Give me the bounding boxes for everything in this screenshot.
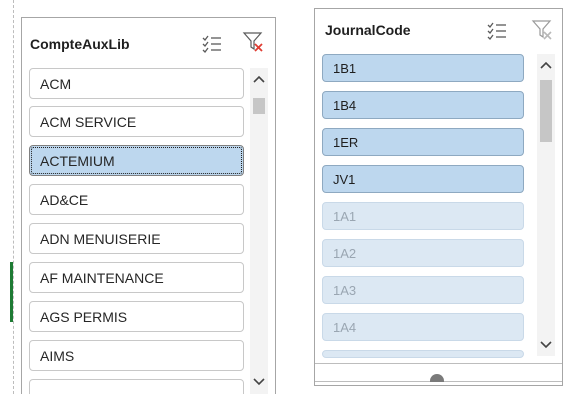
slicer-item-label: 1B1 (333, 60, 357, 76)
chevron-up-icon (253, 75, 265, 83)
slicer-item[interactable]: ACM (29, 68, 244, 99)
multi-select-icon (487, 22, 506, 40)
scroll-down-button[interactable] (537, 336, 555, 354)
slicer-item-nodata[interactable]: 1A4 (322, 313, 524, 341)
worksheet-column-edge (0, 0, 14, 394)
slicer-item[interactable]: ADN MENUISERIE (29, 223, 244, 254)
scrollbar-thumb[interactable] (540, 80, 552, 142)
slicer-item-nodata[interactable]: 1A1 (322, 202, 524, 230)
scrollbar-thumb[interactable] (253, 98, 265, 114)
slicer-item-label: JV1 (333, 171, 356, 187)
slicer-item-label: 1A2 (333, 245, 357, 261)
slicer-item-label: 1A3 (333, 282, 357, 298)
slicer-item-nodata[interactable]: 1A2 (322, 239, 524, 267)
resize-handle[interactable] (430, 374, 444, 382)
slicer-header: CompteAuxLib (22, 18, 275, 64)
slicer-item-label: AGS PERMIS (40, 308, 128, 325)
slicer-item-label: ADN MENUISERIE (40, 230, 161, 247)
slicer-footer-divider (315, 363, 562, 364)
slicer-item[interactable]: AIMS (29, 340, 244, 371)
chevron-down-icon (253, 378, 265, 386)
slicer-header: JournalCode (315, 9, 562, 55)
scroll-up-button[interactable] (250, 70, 268, 88)
slicer-title: JournalCode (325, 22, 411, 38)
slicer-item-label: 1A1 (333, 208, 357, 224)
slicer-compteauxlib[interactable]: CompteAuxLib ACM ACM SERVICE ACTEMIUM AD… (21, 17, 276, 394)
multi-select-button[interactable] (201, 33, 223, 55)
clear-filter-icon (531, 20, 552, 40)
chevron-up-icon (540, 61, 552, 69)
slicer-item-selected[interactable]: 1ER (322, 128, 524, 156)
slicer-item[interactable]: ACM SERVICE (29, 106, 244, 137)
multi-select-button[interactable] (486, 20, 508, 42)
chevron-down-icon (540, 341, 552, 349)
slicer-item-label: AF MAINTENANCE (40, 269, 164, 286)
slicer-item[interactable]: AF MAINTENANCE (29, 262, 244, 293)
slicer-item-label: ACM (40, 75, 72, 92)
slicer-item-label: ACM SERVICE (40, 113, 137, 130)
scroll-up-button[interactable] (537, 56, 555, 74)
slicer-item-selected[interactable]: JV1 (322, 165, 524, 193)
slicer-item-label: ACTEMIUM (40, 152, 115, 169)
slicer-item-selected[interactable]: ACTEMIUM (29, 145, 244, 176)
slicer-item-nodata[interactable] (322, 350, 524, 358)
slicer-item[interactable] (29, 379, 244, 394)
slicer-item[interactable]: AGS PERMIS (29, 301, 244, 332)
cell-selection-marker (10, 262, 13, 322)
clear-filter-button[interactable] (531, 19, 553, 41)
multi-select-icon (202, 35, 221, 53)
slicer-item-nodata[interactable]: 1A3 (322, 276, 524, 304)
slicer-item-label: 1ER (333, 134, 359, 150)
slicer-item-label: 1B4 (333, 97, 357, 113)
clear-filter-icon (242, 32, 263, 52)
vertical-scrollbar[interactable] (537, 54, 555, 356)
slicer-item-selected[interactable]: 1B4 (322, 91, 524, 119)
slicer-item-selected[interactable]: 1B1 (322, 54, 524, 82)
clear-filter-button[interactable] (242, 31, 264, 53)
scroll-down-button[interactable] (250, 373, 268, 391)
vertical-scrollbar[interactable] (250, 68, 268, 394)
slicer-journalcode[interactable]: JournalCode 1B1 1B4 1ER JV1 1A1 1A2 1A3 … (314, 8, 563, 386)
slicer-item-label: AD&CE (40, 191, 89, 208)
slicer-title: CompteAuxLib (30, 36, 130, 52)
slicer-item[interactable]: AD&CE (29, 184, 244, 215)
slicer-item-label: 1A4 (333, 319, 357, 335)
slicer-item-label: AIMS (40, 347, 75, 364)
